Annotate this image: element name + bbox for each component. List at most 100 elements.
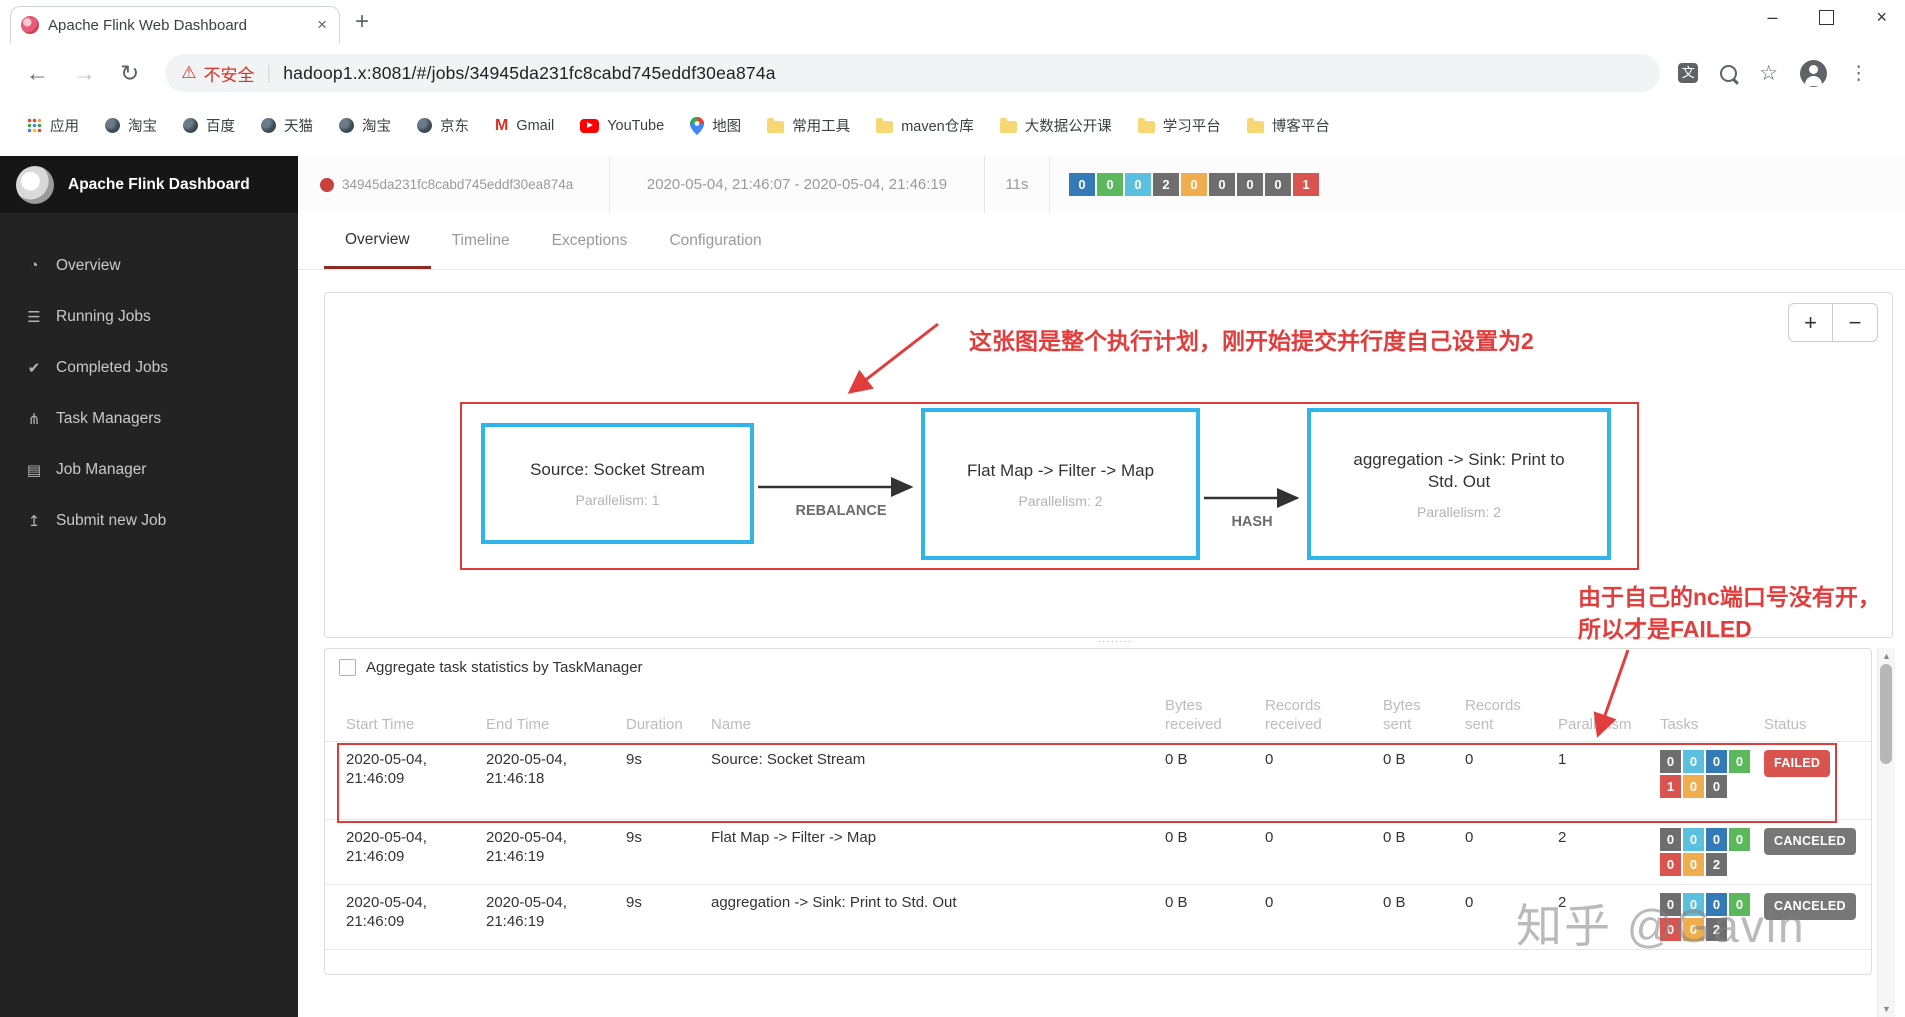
bookmark-taobao[interactable]: 淘宝 bbox=[92, 115, 170, 136]
bookmark-folder-bigdata[interactable]: 大数据公开课 bbox=[987, 115, 1125, 136]
bookmark-label: 天猫 bbox=[284, 119, 313, 135]
bookmark-folder-tools[interactable]: 常用工具 bbox=[754, 115, 863, 136]
status-badge: 0 bbox=[1209, 173, 1235, 196]
bookmark-star-icon[interactable]: ☆ bbox=[1759, 61, 1778, 86]
col-status: Status bbox=[1764, 716, 1807, 733]
duration: 9s bbox=[626, 894, 642, 911]
close-icon[interactable]: × bbox=[1876, 8, 1887, 26]
scroll-down-icon[interactable]: ▼ bbox=[1878, 1004, 1895, 1014]
sidebar-item-submit-new-job[interactable]: ↥ Submit new Job bbox=[0, 495, 298, 546]
browser-menu-icon[interactable]: ⋮ bbox=[1849, 62, 1868, 85]
start-time: 2020-05-04, bbox=[346, 829, 427, 846]
col-bytes-received: Bytes received bbox=[1165, 697, 1222, 733]
reload-icon[interactable]: ↻ bbox=[120, 60, 139, 87]
table-row-flatmap[interactable]: 2020-05-04, 21:46:09 2020-05-04, 21:46:19 … bbox=[325, 819, 1871, 885]
minimize-icon[interactable]: – bbox=[1767, 8, 1777, 26]
back-icon[interactable]: ← bbox=[26, 60, 49, 87]
task-count-badge: 0 bbox=[1729, 828, 1750, 851]
bookmark-label: 学习平台 bbox=[1162, 119, 1221, 135]
plan-node-aggregation-sink[interactable]: aggregation -> Sink: Print to Std. Out P… bbox=[1307, 408, 1611, 560]
url-text[interactable]: hadoop1.x:8081/#/jobs/34945da231fc8cabd7… bbox=[283, 63, 776, 84]
task-count-badge: 0 bbox=[1660, 853, 1681, 876]
sidebar-item-task-managers[interactable]: ⋔ Task Managers bbox=[0, 393, 298, 444]
folder-icon bbox=[1246, 118, 1264, 133]
bookmark-baidu[interactable]: 百度 bbox=[170, 115, 248, 136]
scroll-up-icon[interactable]: ▲ bbox=[1878, 651, 1895, 661]
job-time-range: 2020-05-04, 21:46:07 - 2020-05-04, 21:46… bbox=[610, 156, 985, 213]
bookmark-youtube[interactable]: YouTube bbox=[567, 118, 677, 134]
bookmark-gmail[interactable]: M Gmail bbox=[482, 117, 567, 135]
col-end-time: End Time bbox=[486, 716, 550, 733]
bookmark-label: Gmail bbox=[516, 117, 555, 134]
upload-icon: ↥ bbox=[27, 512, 41, 530]
bookmark-jd[interactable]: 京东 bbox=[404, 115, 482, 136]
browser-tab[interactable]: Apache Flink Web Dashboard × bbox=[10, 6, 340, 43]
bookmark-folder-study[interactable]: 学习平台 bbox=[1125, 115, 1234, 136]
address-bar[interactable]: ⚠ 不安全 | hadoop1.x:8081/#/jobs/34945da231… bbox=[165, 54, 1661, 92]
bookmark-folder-blog[interactable]: 博客平台 bbox=[1234, 115, 1343, 136]
tab-timeline[interactable]: Timeline bbox=[431, 213, 531, 269]
sidebar: ◔ Overview ☰ Running Jobs ✔ Completed Jobs … bbox=[0, 213, 298, 1017]
task-count-badge: 0 bbox=[1706, 828, 1727, 851]
app-title: Apache Flink Dashboard bbox=[68, 175, 250, 193]
new-tab-button[interactable]: + bbox=[355, 10, 369, 34]
forward-icon[interactable]: → bbox=[73, 60, 96, 87]
job-tabs: Overview Timeline Exceptions Configurati… bbox=[298, 213, 1905, 270]
task-name: aggregation -> Sink: Print to Std. Out bbox=[711, 894, 957, 911]
sitemap-icon: ⋔ bbox=[27, 410, 41, 428]
records-sent: 0 bbox=[1465, 829, 1474, 846]
tab-close-icon[interactable]: × bbox=[315, 15, 329, 35]
profile-avatar[interactable] bbox=[1800, 59, 1828, 87]
flink-favicon-icon bbox=[21, 16, 39, 34]
col-records-received: Records received bbox=[1265, 697, 1322, 733]
sidebar-item-label: Submit new Job bbox=[56, 511, 167, 529]
status-badge: 0 bbox=[1181, 173, 1207, 196]
plan-node-flatmap[interactable]: Flat Map -> Filter -> Map Parallelism: 2 bbox=[921, 408, 1200, 560]
vertical-scrollbar[interactable]: ▲ ▼ bbox=[1877, 648, 1895, 1017]
col-tasks: Tasks bbox=[1660, 716, 1699, 733]
bookmark-folder-maven[interactable]: maven仓库 bbox=[863, 115, 987, 136]
bytes-sent: 0 B bbox=[1383, 829, 1406, 846]
bookmark-label: 应用 bbox=[50, 119, 79, 135]
plan-node-source[interactable]: Source: Socket Stream Parallelism: 1 bbox=[481, 423, 754, 544]
task-count-badge: 0 bbox=[1683, 853, 1704, 876]
col-duration: Duration bbox=[626, 716, 683, 733]
globe-icon bbox=[261, 118, 276, 133]
start-time: 2020-05-04, bbox=[346, 894, 427, 911]
browser-toolbar: ← → ↻ ⚠ 不安全 | hadoop1.x:8081/#/jobs/3494… bbox=[0, 43, 1905, 103]
table-header: Start Time End Time Duration Name Bytes … bbox=[325, 693, 1871, 742]
bookmark-label: 大数据公开课 bbox=[1024, 119, 1112, 135]
task-name: Flat Map -> Filter -> Map bbox=[711, 829, 877, 846]
status-badge: 0 bbox=[1069, 173, 1095, 196]
not-secure-label[interactable]: 不安全 bbox=[204, 61, 255, 86]
bookmark-apps[interactable]: 应用 bbox=[14, 115, 92, 136]
aggregate-checkbox[interactable] bbox=[339, 659, 356, 676]
sidebar-item-running-jobs[interactable]: ☰ Running Jobs bbox=[0, 291, 298, 342]
status-badge: 2 bbox=[1153, 173, 1179, 196]
search-icon[interactable] bbox=[1720, 64, 1738, 82]
tab-configuration[interactable]: Configuration bbox=[648, 213, 782, 269]
sidebar-item-job-manager[interactable]: ▤ Job Manager bbox=[0, 444, 298, 495]
tab-overview[interactable]: Overview bbox=[324, 213, 431, 269]
node-parallelism: Parallelism: 2 bbox=[1416, 503, 1502, 520]
bookmark-taobao-2[interactable]: 淘宝 bbox=[326, 115, 404, 136]
tasks-badges: 0 0 0 0 0 0 2 bbox=[1660, 828, 1760, 878]
translate-icon[interactable]: 文 bbox=[1678, 63, 1699, 83]
bookmark-tmall[interactable]: 天猫 bbox=[248, 115, 326, 136]
bookmark-label: YouTube bbox=[607, 117, 665, 134]
scrollbar-thumb[interactable] bbox=[1880, 664, 1892, 764]
bookmark-maps[interactable]: 地图 bbox=[677, 115, 754, 136]
annotation-failed-text-line1: 由于自己的nc端口号没有开， bbox=[1578, 584, 1881, 610]
sidebar-item-label: Running Jobs bbox=[56, 307, 151, 325]
tab-exceptions[interactable]: Exceptions bbox=[531, 213, 649, 269]
maximize-icon[interactable] bbox=[1819, 9, 1835, 25]
folder-icon bbox=[999, 118, 1017, 133]
records-received: 0 bbox=[1265, 829, 1274, 846]
omnibox-divider: | bbox=[266, 62, 272, 83]
annotation-plan-text: 这张图是整个执行计划，刚开始提交并行度自己设置为2 bbox=[969, 328, 1534, 354]
screen: Apache Flink Web Dashboard × + – × ← → ↻… bbox=[0, 0, 1905, 1017]
sidebar-item-overview[interactable]: ◔ Overview bbox=[0, 240, 298, 291]
sidebar-item-completed-jobs[interactable]: ✔ Completed Jobs bbox=[0, 342, 298, 393]
col-bytes-sent: Bytes sent bbox=[1383, 697, 1421, 733]
tab-title: Apache Flink Web Dashboard bbox=[48, 16, 247, 34]
